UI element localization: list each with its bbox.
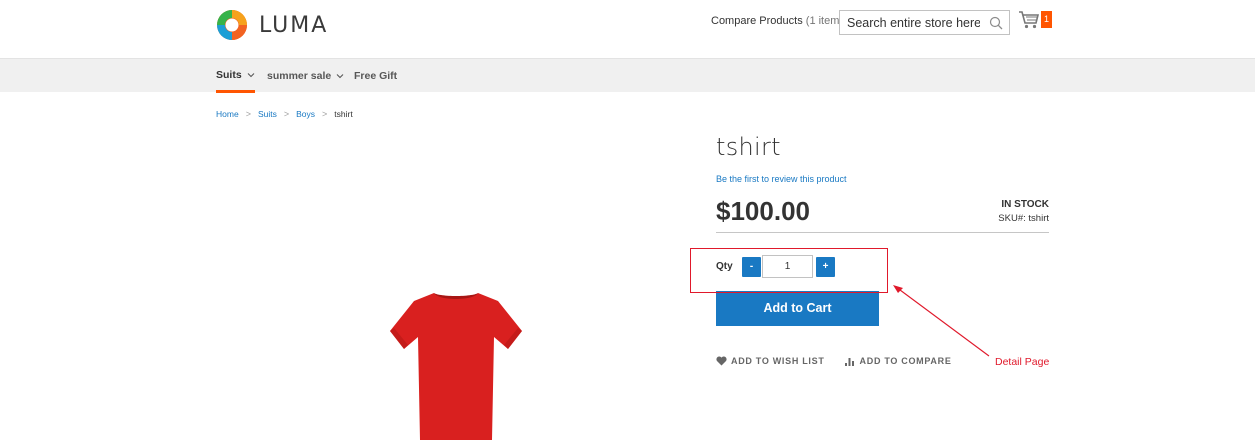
compare-products-count: (1 item) [805,15,844,27]
nav-item-suits[interactable]: Suits [216,59,255,93]
breadcrumb-link-suits[interactable]: Suits [258,109,277,119]
price-divider [716,232,1049,233]
sku-label: SKU#: [998,213,1026,224]
cart-icon [1019,11,1040,29]
heart-icon [716,356,727,366]
qty-highlight-box [690,248,888,293]
product-image[interactable] [376,287,536,440]
breadcrumb-link-home[interactable]: Home [216,109,239,119]
nav-item-summer-sale[interactable]: summer sale [267,59,344,93]
search-icon[interactable] [989,16,1003,30]
main-navigation: Suits summer sale Free Gift [0,58,1255,93]
breadcrumb-separator: > [322,109,328,119]
nav-item-free-gift[interactable]: Free Gift [354,59,397,93]
breadcrumb-current: tshirt [334,109,353,119]
add-to-compare-link[interactable]: ADD TO COMPARE [844,356,952,366]
stock-status: IN STOCK [1001,199,1049,210]
luma-logo-icon [217,10,247,40]
compare-products-link[interactable]: Compare Products (1 item) [711,15,843,27]
compare-label: ADD TO COMPARE [859,356,952,366]
nav-item-label: summer sale [267,70,332,82]
nav-item-label: Free Gift [354,70,398,82]
tshirt-image [390,293,522,440]
nav-item-label: Suits [216,68,242,81]
product-title: tshirt [716,133,781,161]
logo-text: LUMA [259,12,329,38]
review-link[interactable]: Be the first to review this product [716,174,847,184]
product-sku: SKU#: tshirt [998,213,1049,224]
product-price: $100.00 [716,196,810,226]
header: LUMA Compare Products (1 item) 1 [0,0,1255,58]
add-to-wishlist-link[interactable]: ADD TO WISH LIST [716,356,825,366]
wishlist-label: ADD TO WISH LIST [731,356,825,366]
breadcrumb-link-boys[interactable]: Boys [296,109,315,119]
annotation-label: Detail Page [995,356,1050,368]
logo[interactable]: LUMA [215,8,328,42]
minicart[interactable]: 1 [1018,10,1052,30]
chevron-down-icon [336,74,344,79]
bar-chart-icon [844,358,854,366]
chevron-down-icon [247,72,255,77]
sku-value: tshirt [1028,213,1049,224]
cart-count-badge: 1 [1041,11,1052,28]
breadcrumb-separator: > [283,109,290,119]
compare-products-label: Compare Products [711,15,803,27]
breadcrumb-separator: > [245,109,251,119]
breadcrumb: Home > Suits > Boys > tshirt [216,109,353,119]
search-input[interactable] [840,11,980,34]
add-to-cart-button[interactable]: Add to Cart [716,291,879,326]
product-actions: ADD TO WISH LIST ADD TO COMPARE [716,356,972,366]
search-box [839,10,1010,35]
